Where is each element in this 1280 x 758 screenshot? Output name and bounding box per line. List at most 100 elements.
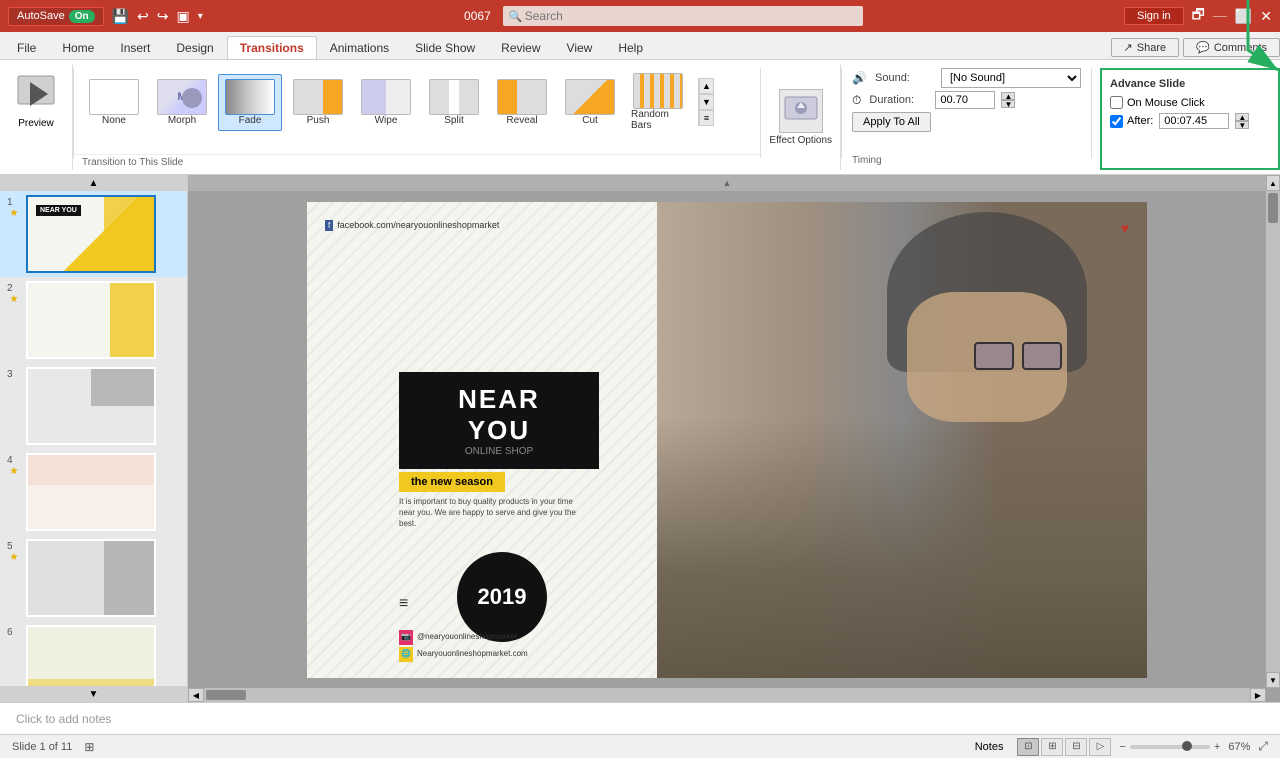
redo-icon[interactable]: ↪ bbox=[157, 8, 169, 25]
scroll-v-thumb[interactable] bbox=[1268, 193, 1278, 223]
transition-section-label: Transition to This Slide bbox=[74, 154, 760, 170]
share-button[interactable]: ↗ Share bbox=[1111, 38, 1180, 57]
tab-design[interactable]: Design bbox=[163, 36, 226, 59]
scroll-v-up[interactable]: ▲ bbox=[1266, 175, 1280, 191]
on-mouse-click-label[interactable]: On Mouse Click bbox=[1110, 96, 1205, 109]
after-label[interactable]: After: bbox=[1110, 115, 1153, 128]
cut-icon bbox=[565, 79, 615, 115]
scroll-up-arrow[interactable]: ▲ bbox=[699, 78, 714, 94]
slide-item-4[interactable]: 4 ★ bbox=[0, 449, 187, 535]
presentation-icon[interactable]: ▣ bbox=[177, 8, 190, 25]
scroll-v-track[interactable] bbox=[1266, 191, 1280, 672]
transition-split[interactable]: Split bbox=[422, 74, 486, 131]
signin-button[interactable]: Sign in bbox=[1124, 7, 1184, 25]
zoom-thumb[interactable] bbox=[1182, 741, 1192, 751]
push-icon bbox=[293, 79, 343, 115]
zoom-plus[interactable]: + bbox=[1214, 741, 1220, 753]
slide-thumb-3 bbox=[26, 367, 156, 445]
slide-item-5[interactable]: 5 ★ bbox=[0, 535, 187, 621]
minimize-icon[interactable]: — bbox=[1213, 13, 1227, 20]
fade-icon bbox=[225, 79, 275, 115]
tab-file[interactable]: File bbox=[4, 36, 49, 59]
slide-item-2[interactable]: 2 ★ bbox=[0, 277, 187, 363]
status-left: Slide 1 of 11 ⊞ bbox=[12, 740, 94, 754]
tab-home[interactable]: Home bbox=[49, 36, 107, 59]
zoom-minus[interactable]: − bbox=[1119, 741, 1125, 753]
main-area: ▲ 1 ★ NEAR YOU 2 ★ bbox=[0, 175, 1280, 702]
quick-access-dropdown[interactable]: ▾ bbox=[198, 11, 203, 22]
slide-sorter-btn[interactable]: ⊟ bbox=[1065, 738, 1087, 756]
after-time-input[interactable] bbox=[1159, 113, 1229, 129]
slide-panel-scroll-up[interactable]: ▲ bbox=[0, 175, 187, 191]
effect-options-btn[interactable]: Effect Options bbox=[769, 68, 832, 166]
slide-number-5: 5 bbox=[7, 539, 21, 552]
notes-button[interactable]: Notes bbox=[969, 739, 1010, 755]
apply-all-button[interactable]: Apply To All bbox=[852, 112, 931, 132]
transition-random-bars[interactable]: Random Bars bbox=[626, 68, 690, 136]
tab-transitions[interactable]: Transitions bbox=[227, 36, 317, 59]
split-icon bbox=[429, 79, 479, 115]
close-icon[interactable]: ✕ bbox=[1260, 8, 1272, 25]
duration-icon: ⏱ bbox=[852, 93, 861, 108]
fit-to-window-icon[interactable]: ⤢ bbox=[1258, 739, 1268, 754]
autosave-toggle[interactable]: On bbox=[69, 10, 95, 23]
slide-item-1[interactable]: 1 ★ NEAR YOU bbox=[0, 191, 187, 277]
transition-morph[interactable]: M Morph bbox=[150, 74, 214, 131]
sound-select[interactable]: [No Sound] bbox=[941, 68, 1081, 88]
slide-no-star-3: . bbox=[13, 380, 16, 391]
canvas-slide[interactable]: f facebook.com/nearyouonlineshopmarket ♥… bbox=[307, 202, 1147, 678]
after-down[interactable]: ▼ bbox=[1235, 121, 1249, 129]
tab-view[interactable]: View bbox=[554, 36, 606, 59]
preview-label[interactable]: Preview bbox=[18, 118, 54, 129]
scroll-v-down[interactable]: ▼ bbox=[1266, 672, 1280, 688]
facebook-url: facebook.com/nearyouonlineshopmarket bbox=[337, 220, 499, 230]
slide-number-4: 4 bbox=[7, 453, 21, 466]
after-row: After: ▲ ▼ bbox=[1110, 113, 1270, 129]
slide-star-5: ★ bbox=[10, 552, 19, 563]
on-mouse-click-checkbox[interactable] bbox=[1110, 96, 1123, 109]
status-right: Notes ⊡ ⊞ ⊟ ▷ − + 67% ⤢ bbox=[969, 738, 1268, 756]
notes-area[interactable]: Click to add notes bbox=[0, 702, 1280, 734]
slide-panel-scroll-down[interactable]: ▼ bbox=[0, 686, 187, 702]
cut-label: Cut bbox=[582, 115, 598, 126]
yellow-accent-1 bbox=[104, 197, 154, 241]
reading-view-btn[interactable]: ▷ bbox=[1089, 738, 1111, 756]
transition-fade[interactable]: Fade bbox=[218, 74, 282, 131]
search-input[interactable] bbox=[503, 6, 863, 26]
outline-view-btn[interactable]: ⊞ bbox=[1041, 738, 1063, 756]
duration-down[interactable]: ▼ bbox=[1001, 100, 1015, 108]
slide-item-3[interactable]: 3 . bbox=[0, 363, 187, 449]
push-label: Push bbox=[307, 115, 330, 126]
tab-insert[interactable]: Insert bbox=[107, 36, 163, 59]
tab-slideshow[interactable]: Slide Show bbox=[402, 36, 488, 59]
transition-wipe[interactable]: Wipe bbox=[354, 74, 418, 131]
scroll-h-track[interactable] bbox=[204, 688, 1250, 702]
title-bar-right: Sign in 🗗 — ⬜ ✕ bbox=[1124, 4, 1272, 28]
tab-help[interactable]: Help bbox=[605, 36, 656, 59]
transition-push[interactable]: Push bbox=[286, 74, 350, 131]
normal-view-btn[interactable]: ⊡ bbox=[1017, 738, 1039, 756]
undo-icon[interactable]: ↩ bbox=[137, 8, 149, 25]
zoom-slider[interactable] bbox=[1130, 745, 1210, 749]
restore-icon[interactable]: 🗗 bbox=[1192, 4, 1205, 28]
timing-label: Timing bbox=[852, 153, 1081, 166]
slide-thumb-3-content bbox=[28, 369, 154, 443]
scroll-more-arrow[interactable]: ≡ bbox=[699, 110, 714, 126]
maximize-icon[interactable]: ⬜ bbox=[1235, 8, 1252, 25]
tab-review[interactable]: Review bbox=[488, 36, 553, 59]
transition-none[interactable]: None bbox=[82, 74, 146, 131]
canvas-scroll-top[interactable]: ▲ bbox=[188, 175, 1266, 191]
save-icon[interactable]: 💾 bbox=[112, 8, 129, 25]
tab-animations[interactable]: Animations bbox=[317, 36, 402, 59]
duration-input[interactable] bbox=[935, 91, 995, 109]
comments-button[interactable]: 💬 Comments bbox=[1183, 38, 1280, 57]
scroll-h-thumb[interactable] bbox=[206, 690, 246, 700]
slide-number-6: 6 bbox=[7, 625, 21, 638]
scroll-h-left[interactable]: ◀ bbox=[188, 688, 204, 702]
scroll-down-arrow[interactable]: ▼ bbox=[699, 94, 714, 110]
transition-reveal[interactable]: Reveal bbox=[490, 74, 554, 131]
autosave-button[interactable]: AutoSave On bbox=[8, 7, 104, 26]
scroll-h-right[interactable]: ▶ bbox=[1250, 688, 1266, 702]
transition-cut[interactable]: Cut bbox=[558, 74, 622, 131]
after-checkbox[interactable] bbox=[1110, 115, 1123, 128]
